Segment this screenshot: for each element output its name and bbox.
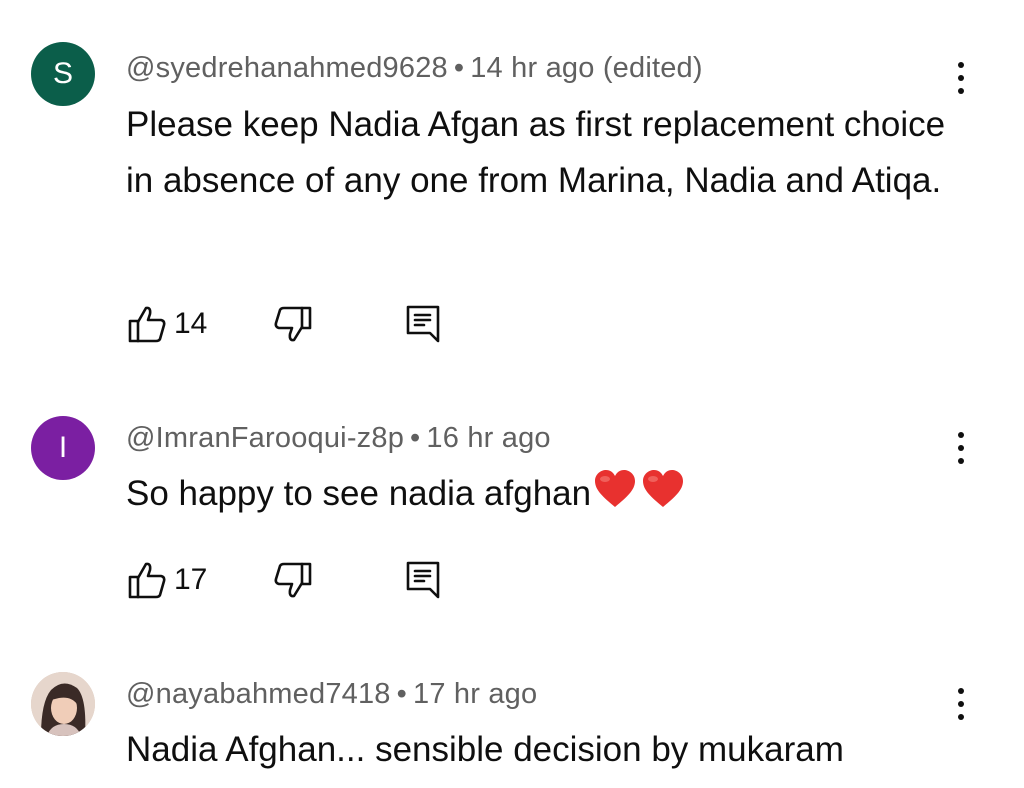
reply-button[interactable] — [406, 558, 440, 602]
more-vert-icon[interactable] — [946, 426, 976, 470]
comment-author[interactable]: @nayabahmed7418 — [126, 678, 391, 710]
like-button[interactable]: 17 — [128, 558, 207, 602]
avatar-letter: I — [58, 431, 68, 464]
comment-meta: @syedrehanahmed9628 • 14 hr ago (edited) — [126, 52, 703, 85]
like-count: 14 — [174, 307, 208, 340]
comment-author[interactable]: @syedrehanahmed9628 — [126, 52, 448, 84]
reply-button[interactable] — [406, 302, 440, 346]
meta-separator: • — [453, 52, 465, 84]
comment-time: 17 hr ago — [413, 678, 538, 710]
thumbs-up-icon — [128, 562, 166, 599]
comment-text-content: So happy to see nadia afghan — [126, 474, 592, 513]
like-count: 17 — [174, 563, 208, 596]
profile-photo-icon — [31, 672, 95, 736]
like-button[interactable]: 14 — [128, 302, 207, 346]
dislike-button[interactable] — [274, 302, 314, 346]
comment-text: So happy to see nadia afghan — [126, 466, 946, 526]
comment-time: 16 hr ago — [426, 422, 551, 454]
dislike-button[interactable] — [274, 558, 314, 602]
heart-icon — [595, 470, 636, 507]
comment-reply-icon — [406, 561, 440, 599]
comment-meta: @ImranFarooqui-z8p • 16 hr ago — [126, 422, 551, 455]
comment-text: Please keep Nadia Afgan as first replace… — [126, 105, 946, 200]
comment-time: 14 hr ago (edited) — [470, 52, 703, 84]
thumbs-down-icon — [274, 306, 312, 342]
avatar[interactable]: I — [31, 416, 95, 480]
heart-icon — [643, 470, 684, 507]
comment-author[interactable]: @ImranFarooqui-z8p — [126, 422, 404, 454]
more-vert-icon[interactable] — [946, 56, 976, 100]
comment-text: Nadia Afghan... sensible decision by muk… — [126, 730, 844, 769]
red-heart-emoji — [593, 469, 689, 526]
thumbs-up-icon — [128, 306, 166, 343]
comment-reply-icon — [406, 305, 440, 343]
more-vert-icon[interactable] — [946, 682, 976, 726]
meta-separator: • — [410, 422, 421, 454]
avatar-letter: S — [52, 57, 73, 90]
meta-separator: • — [396, 678, 407, 710]
avatar[interactable] — [31, 672, 95, 736]
thumbs-down-icon — [274, 562, 312, 598]
comment-meta: @nayabahmed7418 • 17 hr ago — [126, 678, 537, 711]
avatar[interactable]: S — [31, 42, 95, 106]
